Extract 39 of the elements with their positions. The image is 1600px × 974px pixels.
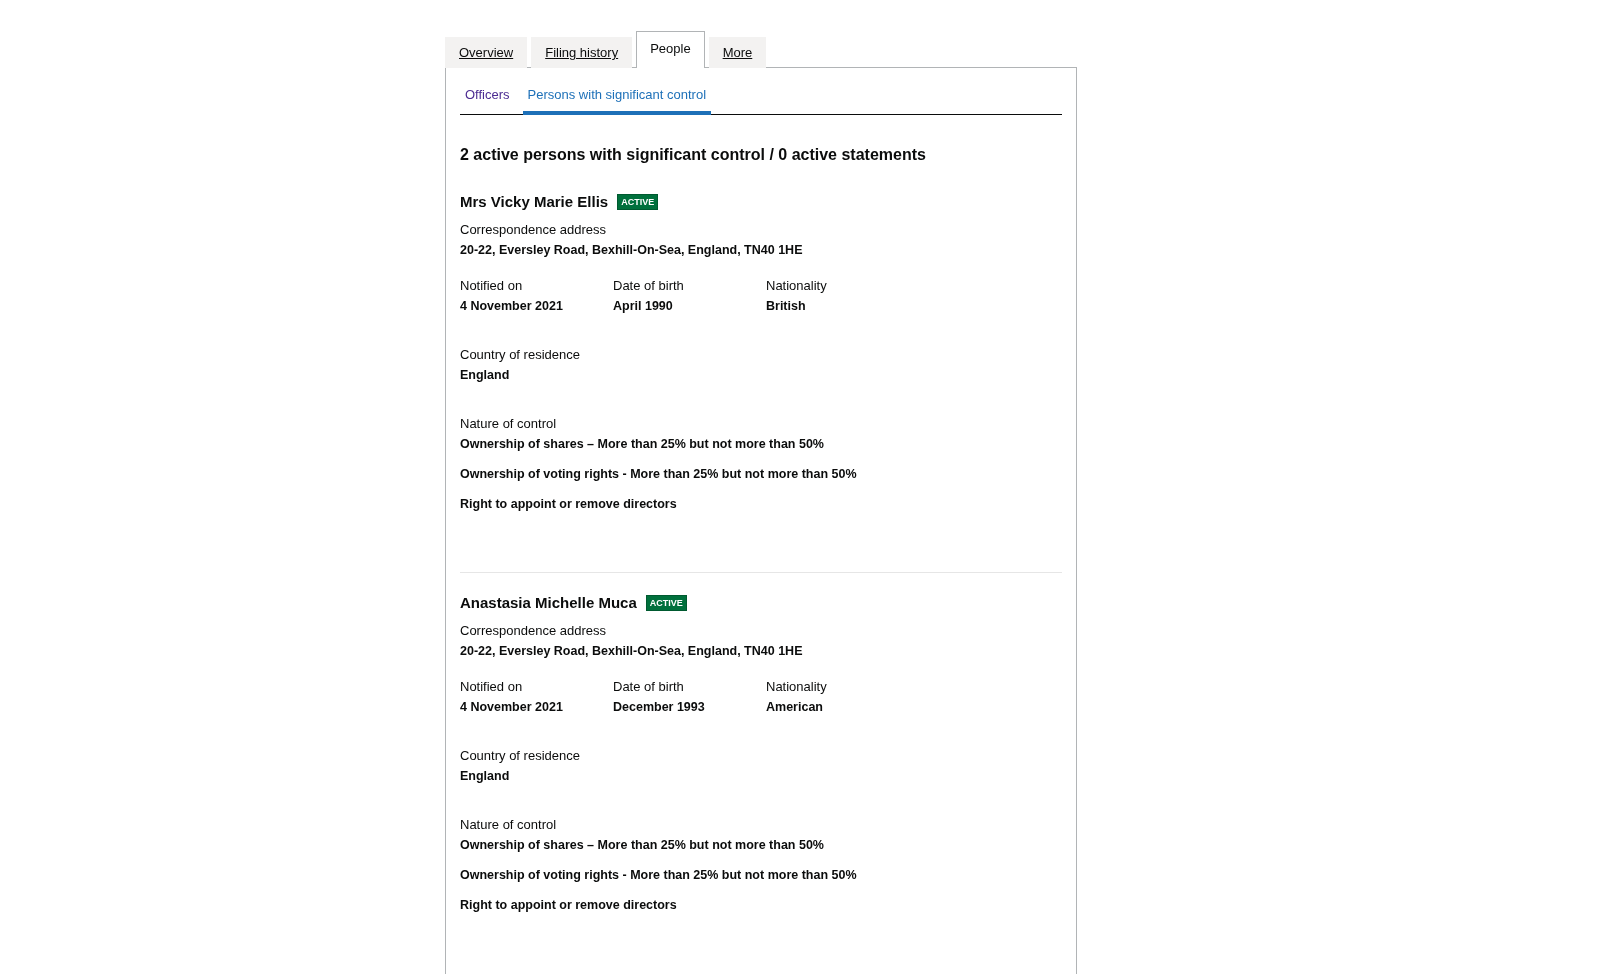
person-name: Anastasia Michelle Muca [460,593,637,613]
field-label: Country of residence [460,747,580,765]
person-name: Mrs Vicky Marie Ellis [460,192,609,212]
field-value: April 1990 [613,298,673,315]
field-label: Notified on [460,277,523,295]
subtab[interactable]: Persons with significant control [522,81,712,115]
field-label: Notified on [460,678,523,696]
field-value: American [766,699,823,716]
field-label: Correspondence address [460,622,606,640]
field-label: Nationality [766,678,827,696]
field-value: England [460,367,510,384]
field-value: 4 November 2021 [460,699,563,716]
field-label: Correspondence address [460,221,606,239]
field-value: England [460,768,510,785]
section-heading: 2 active persons with significant control / 0 active statements [460,145,927,165]
tab[interactable]: People [636,31,705,68]
field-value: 20-22, Eversley Road, Bexhill-On-Sea, England, TN40 1HE [460,643,803,660]
field-label: Nationality [766,277,827,295]
status-badge: ACTIVE [645,595,687,611]
control-item: Ownership of voting rights - More than 25% but not more than 50% [460,466,857,483]
control-item: Ownership of shares – More than 25% but not more than 50% [460,436,824,453]
control-item: Right to appoint or remove directors [460,496,677,513]
tab[interactable]: Overview [445,37,528,68]
tab[interactable]: Filing history [531,37,633,68]
field-label: Date of birth [613,678,684,696]
control-item: Ownership of voting rights - More than 25% but not more than 50% [460,867,857,884]
subtab[interactable]: Officers [460,81,515,115]
control-item: Right to appoint or remove directors [460,897,677,914]
field-label: Nature of control [460,816,557,834]
field-label: Nature of control [460,415,557,433]
control-item: Ownership of shares – More than 25% but not more than 50% [460,837,824,854]
field-label: Country of residence [460,346,580,364]
field-label: Date of birth [613,277,684,295]
field-value: 4 November 2021 [460,298,563,315]
field-value: December 1993 [613,699,705,716]
status-badge: ACTIVE [617,194,659,210]
tab[interactable]: More [708,37,767,68]
field-value: British [766,298,806,315]
field-value: 20-22, Eversley Road, Bexhill-On-Sea, England, TN40 1HE [460,242,803,259]
